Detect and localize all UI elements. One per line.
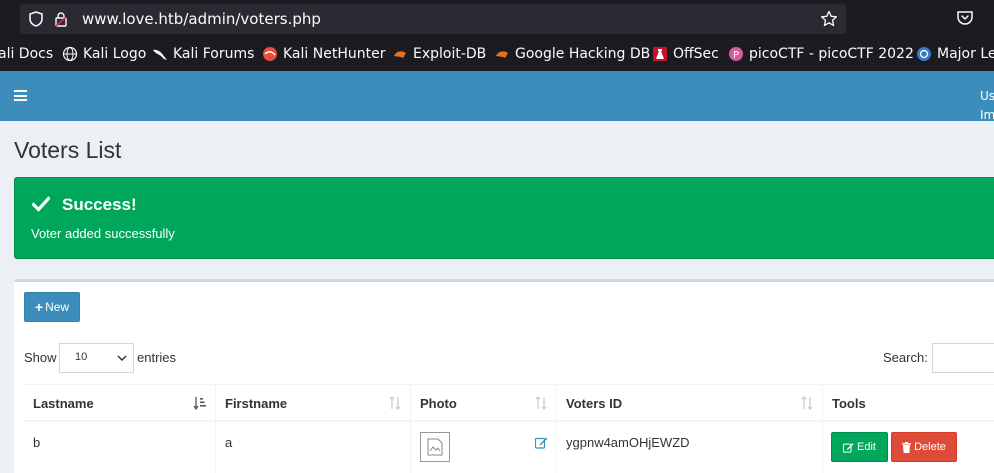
bookmark-star-icon[interactable]: [820, 10, 838, 28]
address-bar[interactable]: www.love.htb/admin/voters.php: [20, 4, 846, 34]
svg-text:P: P: [733, 50, 739, 61]
show-label: Show: [24, 350, 57, 365]
cell-lastname: b: [24, 422, 216, 473]
lock-warning-icon[interactable]: [53, 11, 69, 27]
bookmarks-bar: ali Docs Kali Logo Kali Forums Kali NetH…: [0, 38, 994, 71]
voter-photo-thumbnail: [420, 432, 450, 462]
nethunter-icon: [262, 46, 278, 62]
search-input[interactable]: [932, 343, 994, 373]
delete-button[interactable]: Delete: [891, 432, 957, 462]
kali-dragon-icon: [152, 46, 168, 62]
page-title: Voters List: [14, 137, 122, 163]
bookmark-kali-docs[interactable]: ali Docs: [0, 45, 53, 63]
column-header-lastname[interactable]: Lastname: [24, 384, 216, 422]
sort-both-icon: [800, 395, 814, 411]
bookmark-google-hacking-db[interactable]: Google Hacking DB: [494, 45, 650, 63]
column-label: Firstname: [225, 396, 288, 411]
shield-icon[interactable]: [28, 11, 44, 27]
chevron-down-icon: [117, 353, 127, 363]
sort-both-icon: [534, 395, 548, 411]
header-user-line: Us: [980, 89, 994, 103]
column-header-firstname[interactable]: Firstname: [216, 384, 411, 422]
sort-ascending-icon: [193, 395, 207, 411]
column-header-tools: Tools: [823, 384, 994, 422]
bookmark-label: ali Docs: [0, 46, 54, 62]
entries-select[interactable]: 10: [59, 343, 134, 373]
delete-button-label: Delete: [914, 441, 946, 453]
exploitdb-icon: [392, 46, 408, 62]
bookmark-label: Kali Forums: [173, 46, 255, 62]
url-text[interactable]: www.love.htb/admin/voters.php: [82, 10, 321, 28]
trash-icon: [902, 441, 912, 453]
bookmark-label: Kali Logo: [83, 46, 147, 62]
search-label: Search:: [883, 350, 928, 365]
column-label: Lastname: [33, 396, 94, 411]
bookmark-exploit-db[interactable]: Exploit-DB: [392, 45, 486, 63]
bookmark-label: Major Lea: [937, 46, 994, 62]
pocket-icon[interactable]: [956, 9, 974, 27]
column-header-photo[interactable]: Photo: [411, 384, 557, 422]
picoctf-icon: P: [728, 46, 744, 62]
header-user-menu[interactable]: Us Im: [980, 87, 994, 125]
column-label: Photo: [420, 396, 457, 411]
bookmark-picoctf[interactable]: P picoCTF - picoCTF 2022: [728, 45, 914, 63]
globe-icon: [62, 46, 78, 62]
success-alert: Success! Voter added successfully: [14, 177, 994, 259]
column-label: Voters ID: [566, 396, 623, 411]
entries-value: 10: [75, 351, 88, 363]
broken-image-icon: [427, 438, 443, 456]
sidebar-toggle-icon[interactable]: [14, 90, 27, 101]
header-user-line: Im: [980, 108, 994, 122]
new-voter-button[interactable]: + New: [24, 292, 80, 322]
edit-photo-icon[interactable]: [534, 436, 548, 449]
bookmark-label: Exploit-DB: [413, 46, 487, 62]
bookmark-kali-forums[interactable]: Kali Forums: [152, 45, 254, 63]
edit-button-label: Edit: [857, 441, 876, 453]
bookmark-label: picoCTF - picoCTF 2022: [749, 46, 914, 62]
alert-title: Success!: [62, 195, 137, 214]
edit-button[interactable]: Edit: [831, 432, 888, 462]
ghdb-icon: [494, 46, 510, 62]
offsec-icon: [652, 46, 668, 62]
plus-icon: +: [34, 299, 44, 315]
bookmark-kali-logo[interactable]: Kali Logo: [62, 45, 146, 63]
browser-toolbar: www.love.htb/admin/voters.php: [0, 0, 994, 38]
column-label: Tools: [832, 396, 866, 411]
sort-both-icon: [388, 395, 402, 411]
cell-firstname: a: [216, 422, 411, 473]
entries-label: entries: [137, 350, 177, 365]
new-button-label: New: [45, 300, 70, 314]
app-header: Us Im: [0, 71, 994, 122]
bookmark-kali-nethunter[interactable]: Kali NetHunter: [262, 45, 385, 63]
alert-message: Voter added successfully: [31, 226, 175, 241]
major-league-icon: [916, 46, 932, 62]
bookmark-offsec[interactable]: OffSec: [652, 45, 719, 63]
bookmark-label: Google Hacking DB: [515, 46, 651, 62]
bookmark-label: Kali NetHunter: [283, 46, 386, 62]
cell-voters-id: ygpnw4amOHjEWZD: [557, 422, 823, 473]
edit-icon: [843, 442, 854, 453]
bookmark-major-league[interactable]: Major Lea: [916, 45, 994, 63]
check-icon: [31, 196, 51, 212]
bookmark-label: OffSec: [673, 46, 719, 62]
column-header-voters-id[interactable]: Voters ID: [557, 384, 823, 422]
